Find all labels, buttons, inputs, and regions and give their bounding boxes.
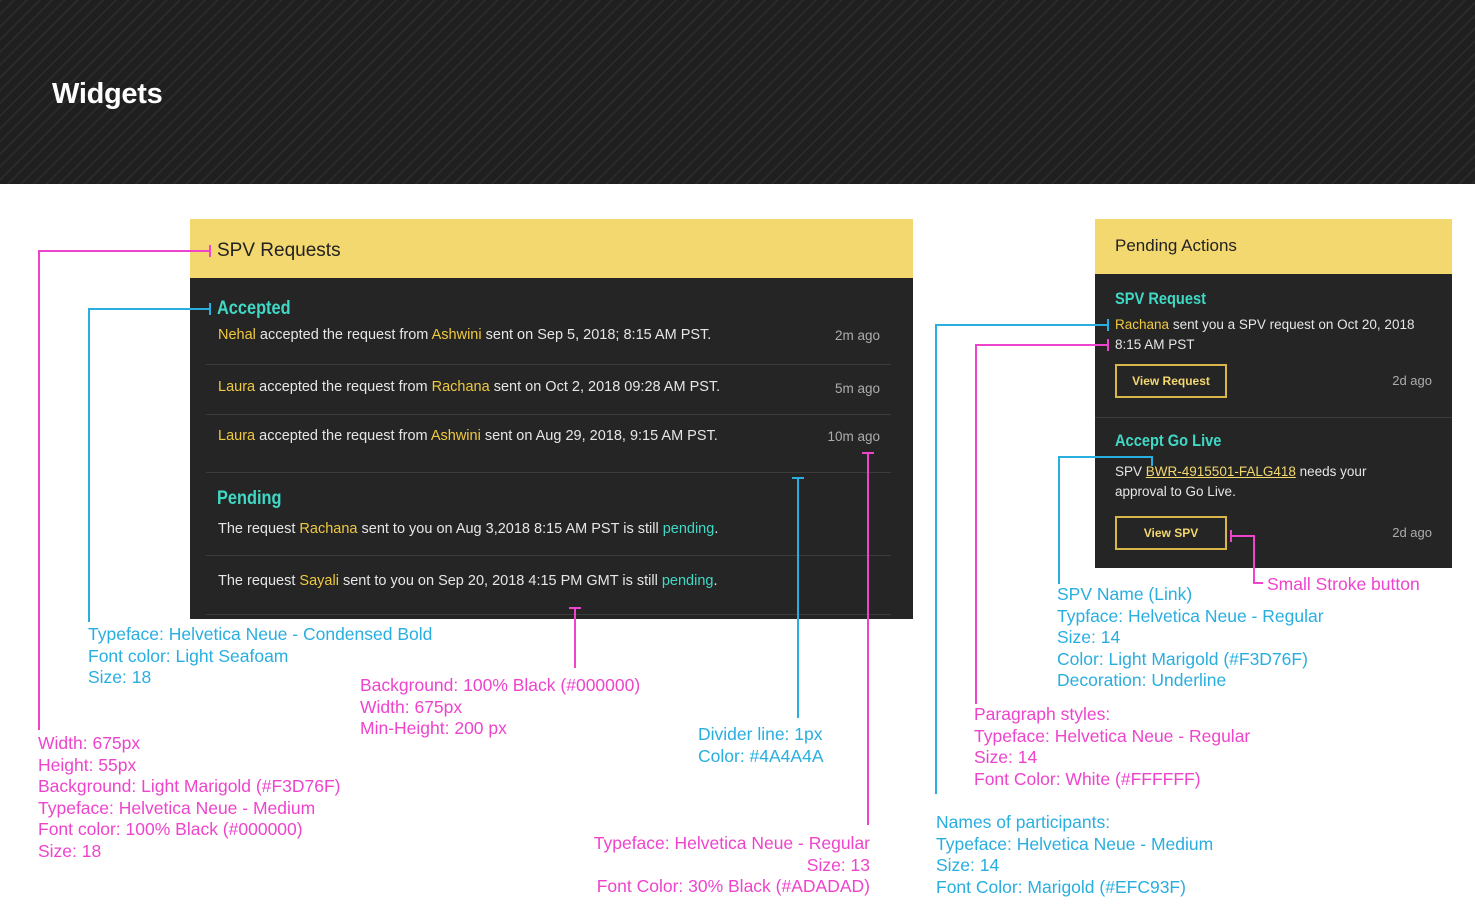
- accepted-message-1: Nehal accepted the request from Ashwini …: [218, 327, 712, 343]
- pending-status: pending: [661, 573, 714, 589]
- annotation-line: [88, 308, 90, 622]
- participant-name[interactable]: Rachana: [1115, 317, 1169, 332]
- annotation-line: [867, 453, 869, 825]
- timestamp: 5m ago: [834, 381, 880, 396]
- annotation-line: [1253, 535, 1255, 583]
- spv-requests-title: SPV Requests: [217, 240, 341, 261]
- page-header-band: Widgets: [0, 0, 1475, 184]
- annotation-line: [1107, 319, 1109, 331]
- participants-spec-note: Names of participants: Typeface: Helveti…: [936, 812, 1214, 897]
- accepted-message-3: Laura accepted the request from Ashwini …: [218, 428, 718, 444]
- accept-go-live-text: SPV BWR-4915501-FALG418 needs your appro…: [1115, 464, 1367, 499]
- pending-message-2: The request Sayali sent to you on Sep 20…: [218, 573, 718, 589]
- annotation-line: [569, 607, 581, 609]
- annotation-line: [1151, 456, 1153, 466]
- annotation-line: [1107, 339, 1109, 351]
- annotation-line: [975, 344, 977, 704]
- annotation-line: [38, 250, 40, 730]
- annotation-line: [574, 609, 576, 668]
- accepted-message-2: Laura accepted the request from Rachana …: [218, 379, 721, 395]
- timestamp: 2d ago: [1392, 525, 1432, 540]
- annotation-line: [935, 324, 937, 794]
- accept-go-live-title: Accept Go Live: [1115, 431, 1222, 450]
- accepted-section-title: Accepted: [217, 298, 291, 319]
- paragraph-spec-note: Paragraph styles: Typeface: Helvetica Ne…: [974, 704, 1251, 789]
- page-title: Widgets: [52, 78, 163, 110]
- divider-line: [206, 414, 891, 415]
- spv-request-title: SPV Request: [1115, 289, 1206, 308]
- pending-message-1: The request Rachana sent to you on Aug 3…: [218, 521, 719, 537]
- small-stroke-button-note: Small Stroke button: [1267, 574, 1420, 594]
- background-spec-note: Background: 100% Black (#000000) Width: …: [360, 675, 641, 738]
- annotation-line: [38, 250, 210, 252]
- participant-name[interactable]: Rachana: [299, 521, 357, 537]
- annotation-line: [935, 324, 1108, 326]
- divider-line: [206, 472, 891, 473]
- divider-line: [1095, 417, 1452, 418]
- annotation-line: [792, 477, 804, 479]
- pending-actions-widget: Pending Actions SPV Request Rachana sent…: [1095, 219, 1452, 568]
- pending-actions-title: Pending Actions: [1115, 236, 1237, 255]
- annotation-line: [209, 245, 211, 257]
- annotation-line: [209, 303, 211, 315]
- annotation-line: [1230, 535, 1254, 537]
- participant-name[interactable]: Ashwini: [431, 428, 481, 444]
- annotation-line: [797, 478, 799, 718]
- annotation-line: [1230, 530, 1232, 542]
- annotation-line: [1058, 456, 1152, 458]
- spv-requests-header: SPV Requests: [190, 219, 913, 278]
- spv-name-link[interactable]: BWR-4915501-FALG418: [1146, 464, 1296, 479]
- participant-name[interactable]: Laura: [218, 379, 255, 395]
- view-spv-button[interactable]: View SPV: [1115, 516, 1227, 550]
- annotation-line: [975, 344, 1108, 346]
- participant-name[interactable]: Nehal: [218, 327, 256, 343]
- spv-request-text: Rachana sent you a SPV request on Oct 20…: [1115, 317, 1415, 352]
- annotation-line: [88, 308, 210, 310]
- pending-section-title: Pending: [217, 488, 282, 509]
- divider-spec-note: Divider line: 1px Color: #4A4A4A: [698, 724, 824, 766]
- timestamp-spec-note: Typeface: Helvetica Neue - Regular Size:…: [593, 833, 870, 896]
- divider-line: [206, 555, 891, 556]
- annotation-line: [862, 452, 874, 454]
- annotation-line: [1058, 456, 1060, 584]
- divider-line: [206, 364, 891, 365]
- participant-name[interactable]: Laura: [218, 428, 255, 444]
- spv-link-spec-note: SPV Name (Link) Typface: Helvetica Neue …: [1057, 584, 1324, 690]
- header-spec-note: Width: 675px Height: 55px Background: Li…: [38, 733, 341, 861]
- participant-name[interactable]: Ashwini: [432, 327, 482, 343]
- timestamp: 10m ago: [827, 429, 880, 444]
- participant-name[interactable]: Sayali: [299, 573, 339, 589]
- spv-requests-widget: SPV Requests Accepted Nehal accepted the…: [190, 219, 913, 619]
- participant-name[interactable]: Rachana: [432, 379, 490, 395]
- pending-actions-header: Pending Actions: [1095, 219, 1452, 274]
- timestamp: 2m ago: [834, 328, 880, 343]
- pending-status: pending: [662, 521, 715, 537]
- timestamp: 2d ago: [1392, 373, 1432, 388]
- divider-line: [206, 614, 891, 615]
- view-request-button[interactable]: View Request: [1115, 364, 1227, 398]
